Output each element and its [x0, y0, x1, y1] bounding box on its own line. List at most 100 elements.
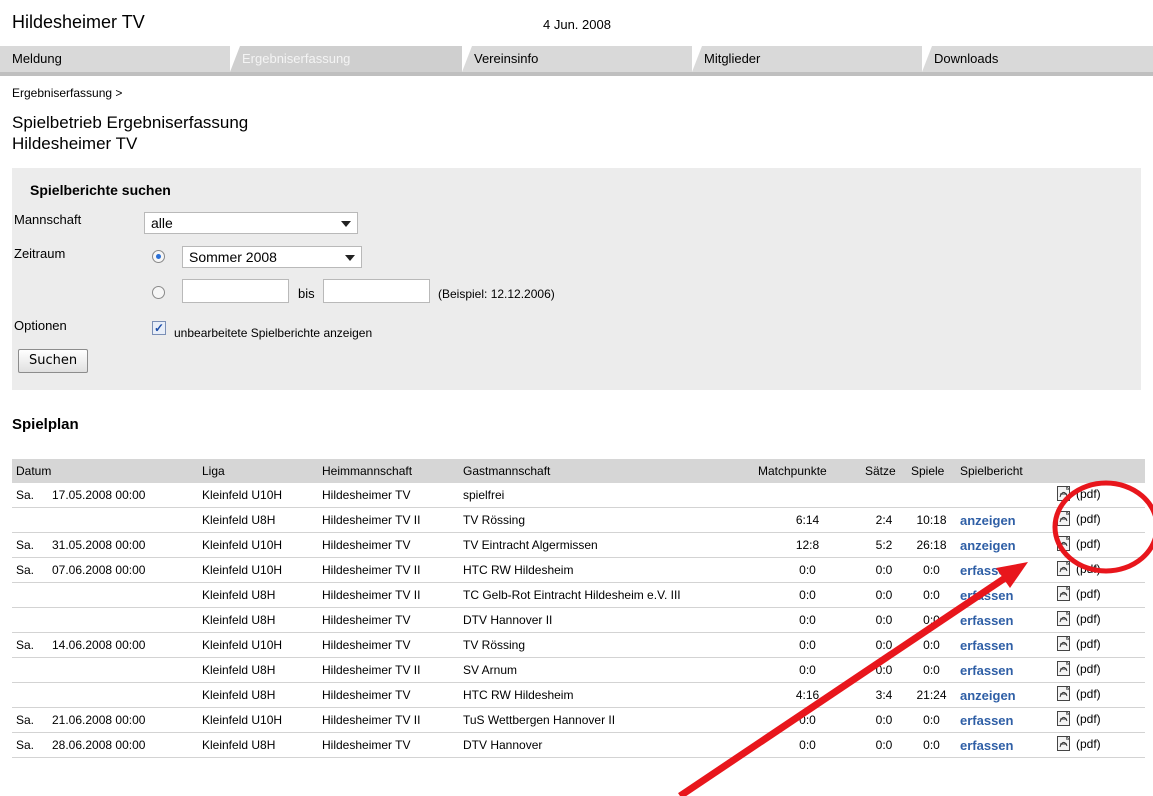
- spielbericht-link[interactable]: erfassen: [960, 638, 1013, 653]
- cell-matchpunkte: 4:16: [754, 682, 861, 708]
- col-spielbericht: Spielbericht: [956, 459, 1052, 483]
- pdf-file-icon: [1056, 535, 1073, 552]
- cell-spiele: 0:0: [907, 582, 956, 608]
- pdf-link[interactable]: (pdf): [1056, 510, 1101, 527]
- cell-datum: Sa. 31.05.2008 00:00: [12, 532, 198, 558]
- cell-datum: Sa. 07.06.2008 00:00: [12, 557, 198, 583]
- cell-gast: DTV Hannover: [459, 732, 754, 758]
- cell-datum: [12, 507, 198, 533]
- tab-mitglieder[interactable]: Mitglieder: [692, 46, 922, 72]
- table-row: Sa. 07.06.2008 00:00 Kleinfeld U10H Hildesh…: [12, 557, 1145, 583]
- pdf-file-icon: [1056, 485, 1073, 502]
- pdf-label: (pdf): [1076, 636, 1101, 651]
- date-to-input[interactable]: [323, 279, 430, 303]
- chevron-down-icon: [345, 255, 355, 261]
- zeitraum-label: Zeitraum: [14, 246, 66, 261]
- pdf-link[interactable]: (pdf): [1056, 585, 1101, 602]
- table-header-row: Datum Liga Heimmannschaft Gastmannschaft…: [12, 459, 1145, 483]
- pdf-link[interactable]: (pdf): [1056, 610, 1101, 627]
- breadcrumb[interactable]: Ergebniserfassung >: [12, 86, 122, 100]
- spielbericht-link[interactable]: erfassen: [960, 563, 1013, 578]
- cell-spielbericht: erfassen: [956, 632, 1052, 658]
- table-row: Kleinfeld U8H Hildesheimer TV DTV Hannover…: [12, 607, 1145, 633]
- zeitraum-select[interactable]: Sommer 2008: [182, 246, 362, 268]
- table-row: Kleinfeld U8H Hildesheimer TV HTC RW Hilde…: [12, 682, 1145, 708]
- date-from-input[interactable]: [182, 279, 289, 303]
- cell-gast: spielfrei: [459, 483, 754, 508]
- mannschaft-value: alle: [151, 215, 173, 231]
- chevron-down-icon: [341, 221, 351, 227]
- pdf-link[interactable]: (pdf): [1056, 710, 1101, 727]
- mannschaft-select[interactable]: alle: [144, 212, 358, 234]
- spielbericht-link[interactable]: anzeigen: [960, 538, 1016, 553]
- cell-date: 14.06.2008 00:00: [52, 638, 146, 652]
- cell-spiele: 26:18: [907, 532, 956, 558]
- zeitraum-range-radio[interactable]: [152, 286, 165, 299]
- tab-label: Vereinsinfo: [474, 51, 539, 66]
- cell-pdf: (pdf): [1052, 582, 1145, 608]
- cell-gast: TV Rössing: [459, 507, 754, 533]
- cell-day: Sa.: [16, 713, 35, 727]
- cell-pdf: (pdf): [1052, 632, 1145, 658]
- spielbericht-link[interactable]: erfassen: [960, 588, 1013, 603]
- col-pdf: [1052, 459, 1145, 483]
- pdf-link[interactable]: (pdf): [1056, 685, 1101, 702]
- spielbericht-link[interactable]: erfassen: [960, 613, 1013, 628]
- pdf-link[interactable]: (pdf): [1056, 660, 1101, 677]
- cell-heim: Hildesheimer TV: [318, 483, 459, 508]
- cell-heim: Hildesheimer TV II: [318, 707, 459, 733]
- tab-vereinsinfo[interactable]: Vereinsinfo: [462, 46, 692, 72]
- pdf-link[interactable]: (pdf): [1056, 535, 1101, 552]
- cell-datum: [12, 682, 198, 708]
- cell-spielbericht: erfassen: [956, 657, 1052, 683]
- cell-matchpunkte: 0:0: [754, 657, 861, 683]
- suchen-button[interactable]: Suchen: [18, 349, 89, 373]
- col-saetze: Sätze: [861, 459, 907, 483]
- cell-saetze: 0:0: [861, 632, 907, 658]
- cell-spielbericht: anzeigen: [956, 532, 1052, 558]
- cell-day: Sa.: [16, 488, 35, 502]
- pdf-link[interactable]: (pdf): [1056, 635, 1101, 652]
- spielbericht-link[interactable]: anzeigen: [960, 688, 1016, 703]
- col-liga: Liga: [198, 459, 318, 483]
- cell-date: 17.05.2008 00:00: [52, 488, 146, 502]
- cell-spiele: [907, 483, 956, 508]
- cell-matchpunkte: 0:0: [754, 707, 861, 733]
- pdf-label: (pdf): [1076, 586, 1101, 601]
- col-heimmannschaft: Heimmannschaft: [318, 459, 459, 483]
- cell-saetze: 0:0: [861, 557, 907, 583]
- pdf-link[interactable]: (pdf): [1056, 560, 1101, 577]
- pdf-label: (pdf): [1076, 611, 1101, 626]
- cell-pdf: (pdf): [1052, 483, 1145, 508]
- cell-spiele: 0:0: [907, 607, 956, 633]
- cell-day: Sa.: [16, 638, 35, 652]
- cell-pdf: (pdf): [1052, 532, 1145, 558]
- tab-meldung[interactable]: Meldung: [0, 46, 230, 72]
- pdf-link[interactable]: (pdf): [1056, 735, 1101, 752]
- cell-pdf: (pdf): [1052, 607, 1145, 633]
- spielbericht-link[interactable]: erfassen: [960, 663, 1013, 678]
- tab-downloads[interactable]: Downloads: [922, 46, 1153, 72]
- cell-liga: Kleinfeld U8H: [198, 582, 318, 608]
- cell-saetze: 0:0: [861, 582, 907, 608]
- tab-label: Downloads: [934, 51, 999, 66]
- cell-spielbericht: anzeigen: [956, 507, 1052, 533]
- header-date: 4 Jun. 2008: [543, 17, 611, 32]
- spielbericht-link[interactable]: anzeigen: [960, 513, 1016, 528]
- unbearbeitete-checkbox[interactable]: ✓: [152, 321, 166, 335]
- cell-spiele: 0:0: [907, 732, 956, 758]
- cell-heim: Hildesheimer TV: [318, 732, 459, 758]
- pdf-label: (pdf): [1076, 711, 1101, 726]
- spielbericht-link[interactable]: erfassen: [960, 738, 1013, 753]
- pdf-label: (pdf): [1076, 486, 1101, 501]
- tab-ergebniserfassung[interactable]: Ergebniserfassung: [230, 46, 462, 72]
- pdf-link[interactable]: (pdf): [1056, 485, 1101, 502]
- spielbericht-link[interactable]: erfassen: [960, 713, 1013, 728]
- cell-gast: DTV Hannover II: [459, 607, 754, 633]
- zeitraum-season-radio[interactable]: [152, 250, 165, 263]
- header: Hildesheimer TV 4 Jun. 2008: [12, 12, 1142, 36]
- pdf-label: (pdf): [1076, 536, 1101, 551]
- cell-liga: Kleinfeld U8H: [198, 657, 318, 683]
- pdf-label: (pdf): [1076, 736, 1101, 751]
- cell-date: 21.06.2008 00:00: [52, 713, 146, 727]
